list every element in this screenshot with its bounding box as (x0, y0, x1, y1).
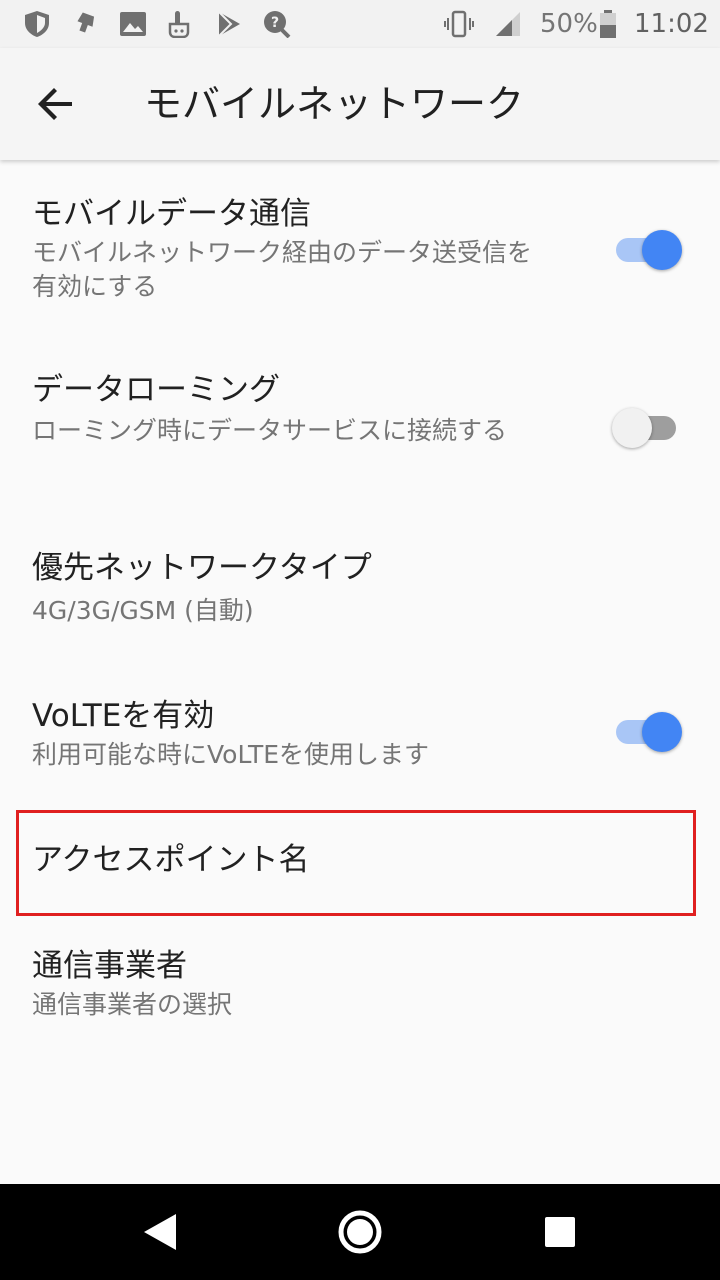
setting-data-roaming[interactable]: データローミング ローミング時にデータサービスに接続する (0, 352, 720, 502)
play-store-icon (218, 11, 240, 37)
mobile-data-toggle[interactable] (612, 228, 684, 272)
setting-volte[interactable]: VoLTEを有効 利用可能な時にVoLTEを使用します (0, 676, 720, 796)
navigation-bar (0, 1184, 720, 1280)
setting-title: モバイルデータ通信 (32, 196, 311, 232)
back-triangle-icon[interactable] (132, 1204, 188, 1260)
setting-mobile-data[interactable]: モバイルデータ通信 モバイルネットワーク経由のデータ送受信を有効にする (0, 176, 720, 326)
setting-title: 通信事業者 (32, 948, 187, 984)
svg-text:?: ? (271, 15, 279, 31)
battery-icon (600, 10, 616, 38)
highlight-box (16, 810, 696, 916)
shield-icon (25, 11, 49, 37)
setting-summary: 通信事業者の選択 (32, 990, 233, 1019)
clock: 11:02 (634, 9, 709, 39)
touch-icon (168, 11, 190, 38)
home-circle-icon[interactable] (332, 1204, 388, 1260)
back-button[interactable] (24, 72, 88, 136)
setting-network-operators[interactable]: 通信事業者 通信事業者の選択 (0, 930, 720, 1040)
page-title: モバイルネットワーク (144, 82, 525, 126)
switch-thumb (612, 408, 652, 448)
download-icon (77, 12, 95, 33)
image-icon (120, 12, 146, 36)
setting-title: データローミング (32, 372, 280, 408)
recents-square-icon[interactable] (532, 1204, 588, 1260)
arrow-back-icon (38, 88, 72, 120)
setting-preferred-network-type[interactable]: 優先ネットワークタイプ 4G/3G/GSM (自動) (0, 528, 720, 658)
setting-title: 優先ネットワークタイプ (32, 550, 372, 586)
app-bar: モバイルネットワーク (0, 48, 720, 160)
data-roaming-toggle[interactable] (612, 406, 684, 450)
status-bar: ? 50% 11:02 (0, 0, 720, 48)
setting-summary: モバイルネットワーク経由のデータ送受信を有効にする (32, 238, 533, 301)
switch-thumb (642, 230, 682, 270)
setting-summary: 利用可能な時にVoLTEを使用します (32, 740, 430, 769)
vibrate-icon (444, 10, 474, 38)
settings-search-icon: ? (264, 11, 291, 38)
battery-percentage: 50% (540, 9, 598, 39)
switch-thumb (642, 712, 682, 752)
setting-summary: ローミング時にデータサービスに接続する (32, 416, 508, 445)
setting-summary: 4G/3G/GSM (自動) (32, 596, 254, 625)
signal-icon (496, 12, 520, 36)
setting-title: VoLTEを有効 (32, 698, 215, 734)
volte-toggle[interactable] (612, 710, 684, 754)
